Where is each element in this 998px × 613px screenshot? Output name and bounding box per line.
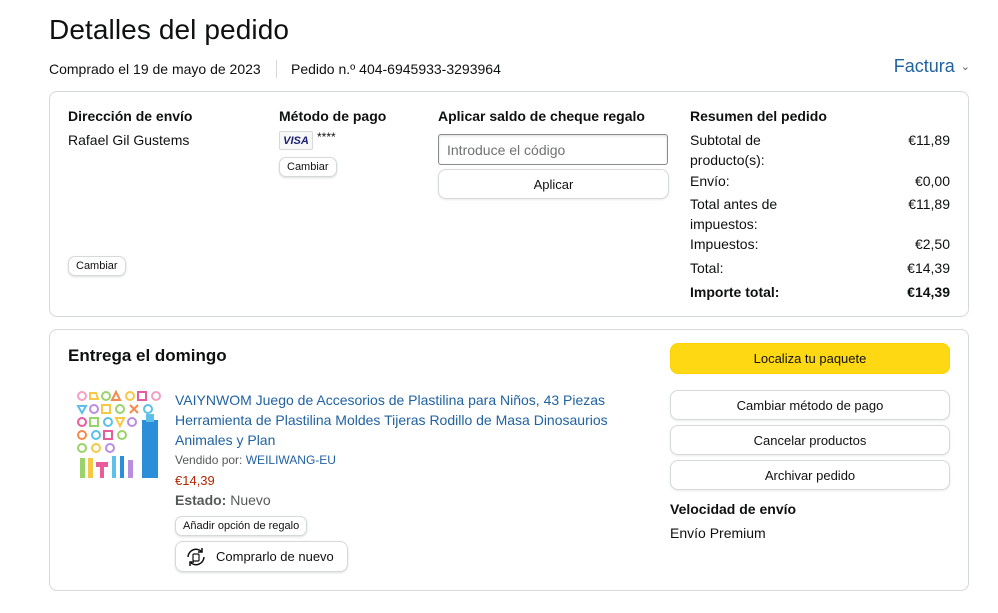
payment-heading: Método de pago <box>279 108 387 124</box>
meta-divider <box>276 60 277 78</box>
change-address-button[interactable]: Cambiar <box>68 256 126 276</box>
order-number: Pedido n.º 404-6945933-3293964 <box>291 61 501 77</box>
gift-heading: Aplicar saldo de cheque regalo <box>438 108 645 124</box>
purchase-date: Comprado el 19 de mayo de 2023 <box>49 61 261 77</box>
change-payment-method-button[interactable]: Cambiar método de pago <box>670 390 950 420</box>
invoice-dropdown[interactable]: Factura ⌄ <box>894 56 970 77</box>
buy-again-button[interactable]: Comprarlo de nuevo <box>175 541 348 572</box>
seller-link[interactable]: WEILIWANG-EU <box>246 453 336 467</box>
summary-value: €14,39 <box>907 260 950 276</box>
status-label: Estado: <box>175 492 227 508</box>
delivery-heading: Entrega el domingo <box>68 346 227 365</box>
summary-row-taxes: Impuestos: €2,50 <box>690 234 950 254</box>
gift-code-input[interactable] <box>438 134 668 165</box>
shipping-name: Rafael Gil Gustems <box>68 132 190 148</box>
card-digits: **** <box>317 130 336 144</box>
summary-row-subtotal: Subtotal de producto(s): €11,89 <box>690 130 950 170</box>
summary-row-total: Total: €14,39 <box>690 258 950 278</box>
apply-gift-button[interactable]: Aplicar <box>438 169 669 199</box>
status-value: Nuevo <box>230 492 271 508</box>
summary-row-shipping: Envío: €0,00 <box>690 171 950 191</box>
gift-option-button[interactable]: Añadir opción de regalo <box>175 516 308 536</box>
summary-value: €11,89 <box>908 132 950 148</box>
summary-row-pretax: Total antes de impuestos: €11,89 <box>690 194 950 234</box>
summary-label: Subtotal de producto(s): <box>690 132 765 168</box>
summary-value: €14,39 <box>907 284 950 300</box>
product-image[interactable] <box>74 390 162 480</box>
track-package-button[interactable]: Localiza tu paquete <box>670 343 950 374</box>
invoice-label: Factura <box>893 56 955 76</box>
buy-again-icon <box>187 547 205 566</box>
archive-order-button[interactable]: Archivar pedido <box>670 460 950 490</box>
summary-value: €11,89 <box>908 196 950 212</box>
cancel-items-button[interactable]: Cancelar productos <box>670 425 950 455</box>
shipping-speed-heading: Velocidad de envío <box>670 501 797 517</box>
shipping-heading: Dirección de envío <box>68 108 193 124</box>
shipping-speed-value: Envío Premium <box>670 525 766 541</box>
change-payment-button[interactable]: Cambiar <box>279 157 337 177</box>
product-status: Estado: Nuevo <box>175 492 271 508</box>
product-title-link[interactable]: VAIYNWOM Juego de Accesorios de Plastili… <box>175 390 637 450</box>
summary-value: €2,50 <box>914 236 950 252</box>
sold-by: Vendido por: WEILIWANG-EU <box>175 453 336 467</box>
page-title: Detalles del pedido <box>49 14 290 45</box>
chevron-down-icon: ⌄ <box>960 61 970 73</box>
summary-value: €0,00 <box>914 173 950 189</box>
summary-heading: Resumen del pedido <box>690 108 827 124</box>
summary-row-grand-total: Importe total: €14,39 <box>690 282 950 302</box>
sold-by-label: Vendido por: <box>175 453 243 467</box>
visa-card-icon: VISA <box>279 131 313 150</box>
summary-label: Total antes de impuestos: <box>690 196 778 232</box>
buy-again-label: Comprarlo de nuevo <box>216 549 334 564</box>
summary-label: Impuestos: <box>690 236 759 252</box>
product-price: €14,39 <box>175 473 215 488</box>
summary-label: Envío: <box>690 173 730 189</box>
